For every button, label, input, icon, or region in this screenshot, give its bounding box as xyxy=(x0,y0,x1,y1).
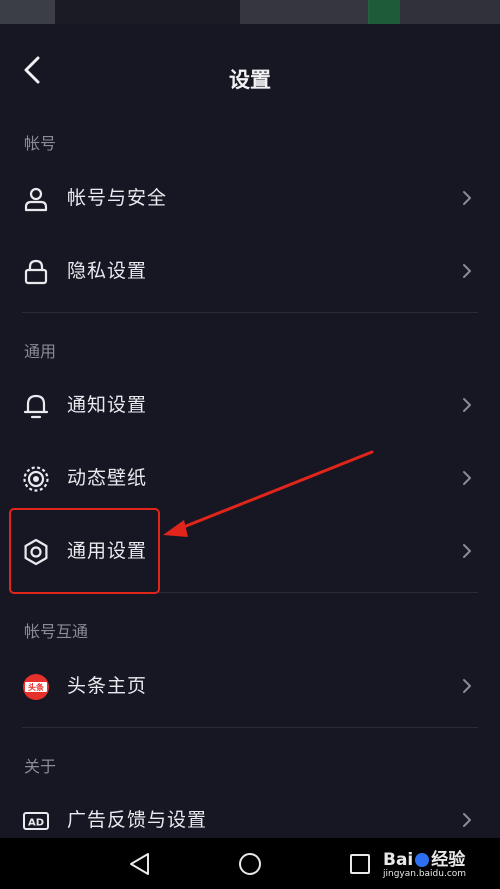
section-label-about: 关于 xyxy=(24,757,57,776)
row-label: 动态壁纸 xyxy=(67,467,148,489)
toutiao-badge-text: 头条 xyxy=(28,682,45,692)
row-privacy[interactable]: 隐私设置 xyxy=(0,238,500,304)
row-label: 头条主页 xyxy=(67,675,148,697)
status-blur-battery xyxy=(368,0,400,24)
row-label: 帐号与安全 xyxy=(67,187,168,209)
section-label-general: 通用 xyxy=(24,342,57,361)
watermark-brand: Bai xyxy=(383,850,414,870)
divider xyxy=(22,727,478,728)
nav-recents-icon[interactable] xyxy=(346,850,374,878)
section-label-interconnect: 帐号互通 xyxy=(24,622,89,641)
row-account-security[interactable]: 帐号与安全 xyxy=(0,165,500,231)
baidu-paw-icon xyxy=(415,853,430,867)
nav-back-icon[interactable] xyxy=(126,850,154,878)
row-toutiao[interactable]: 头条 头条主页 xyxy=(0,653,500,719)
ad-badge-text: AD xyxy=(28,817,44,828)
chevron-right-icon xyxy=(463,813,471,827)
row-label: 隐私设置 xyxy=(67,260,148,282)
ad-icon: AD xyxy=(23,812,49,830)
chevron-right-icon xyxy=(463,191,471,205)
person-icon xyxy=(24,187,48,212)
nav-home-icon[interactable] xyxy=(236,850,264,878)
watermark-suffix: 经验 xyxy=(431,850,466,870)
chevron-right-icon xyxy=(463,679,471,693)
lock-icon xyxy=(24,259,48,285)
row-wallpaper[interactable]: 动态壁纸 xyxy=(0,445,500,511)
row-notifications[interactable]: 通知设置 xyxy=(0,372,500,438)
page-title: 设置 xyxy=(229,68,271,92)
baidu-watermark: Bai 经验 xyxy=(383,845,465,870)
watermark-url: jingyan.baidu.com xyxy=(383,869,467,879)
highlight-box xyxy=(9,508,160,594)
divider xyxy=(22,312,478,313)
header: 设置 xyxy=(0,24,500,114)
toutiao-logo-icon: 头条 xyxy=(23,674,49,700)
row-label: 广告反馈与设置 xyxy=(67,809,208,831)
status-blur-left xyxy=(0,0,55,24)
status-blur-center xyxy=(240,0,370,24)
chevron-right-icon xyxy=(463,544,471,558)
status-bar xyxy=(0,0,500,24)
status-blur-right xyxy=(400,0,500,24)
chevron-right-icon xyxy=(463,471,471,485)
bell-icon xyxy=(23,394,49,419)
row-label: 通知设置 xyxy=(67,394,148,416)
wallpaper-icon xyxy=(23,466,49,492)
chevron-right-icon xyxy=(463,398,471,412)
chevron-right-icon xyxy=(463,264,471,278)
section-label-account: 帐号 xyxy=(24,134,57,153)
